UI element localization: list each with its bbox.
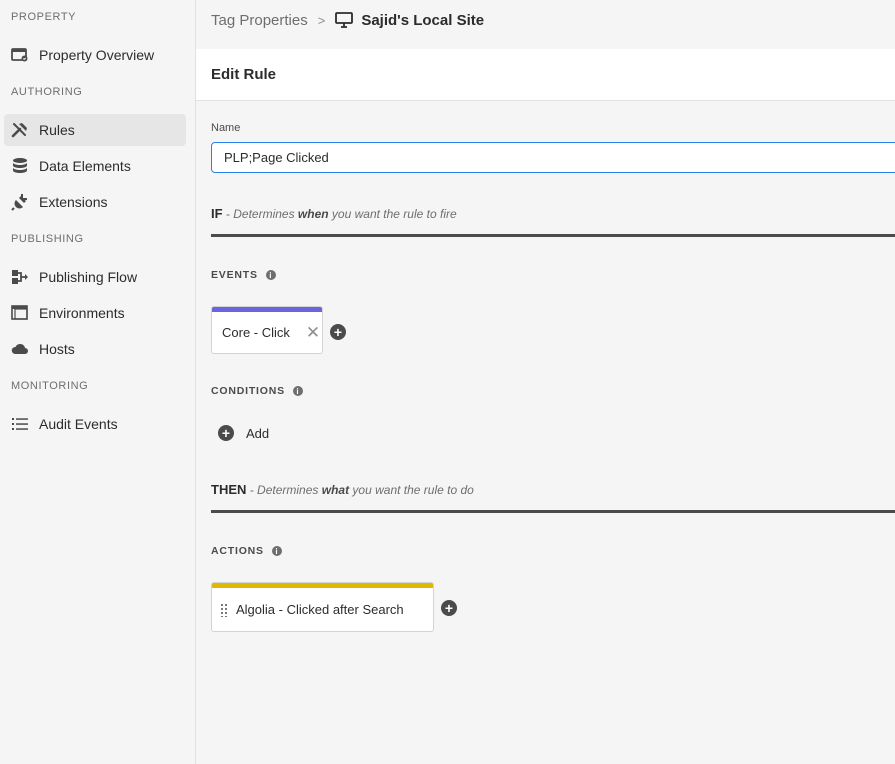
- rule-name-input[interactable]: [211, 142, 895, 173]
- sidebar-item-publishing-flow[interactable]: Publishing Flow: [4, 261, 186, 293]
- sidebar-item-label: Data Elements: [39, 158, 131, 174]
- info-icon[interactable]: i: [265, 270, 276, 280]
- info-icon[interactable]: i: [271, 546, 282, 556]
- environments-icon: [11, 304, 29, 322]
- conditions-label-text: CONDITIONS: [211, 385, 285, 397]
- page-title: Edit Rule: [211, 66, 277, 83]
- list-icon: [11, 415, 29, 433]
- add-event-button[interactable]: +: [330, 324, 346, 340]
- rules-icon: [11, 121, 29, 139]
- if-divider: [211, 234, 895, 237]
- sidebar-item-label: Hosts: [39, 341, 75, 357]
- sidebar-item-audit-events[interactable]: Audit Events: [4, 408, 186, 440]
- sidebar-item-hosts[interactable]: Hosts: [4, 333, 186, 365]
- cloud-icon: [11, 340, 29, 358]
- sidebar-item-label: Extensions: [39, 194, 108, 210]
- sidebar-item-property-overview[interactable]: Property Overview: [4, 39, 186, 71]
- events-label-text: EVENTS: [211, 269, 258, 281]
- event-card-label: Core - Click: [222, 325, 290, 340]
- actions-label: ACTIONS i: [211, 545, 282, 557]
- sidebar-item-rules[interactable]: Rules: [4, 114, 186, 146]
- drag-handle-icon[interactable]: [220, 602, 228, 617]
- sidebar-item-label: Property Overview: [39, 47, 155, 63]
- then-desc-pre: - Determines: [246, 483, 322, 497]
- sidebar-item-extensions[interactable]: Extensions: [4, 186, 186, 218]
- action-card-accent: [212, 583, 433, 588]
- sidebar-item-environments[interactable]: Environments: [4, 297, 186, 329]
- breadcrumb-tag-properties[interactable]: Tag Properties: [211, 12, 308, 29]
- sidebar-item-label: Environments: [39, 305, 125, 321]
- plug-icon: [11, 193, 29, 211]
- monitor-icon: [335, 12, 354, 28]
- then-keyword: THEN: [211, 482, 247, 497]
- then-divider: [211, 510, 895, 513]
- then-desc-bold: what: [321, 483, 350, 497]
- sidebar-item-label: Rules: [39, 122, 75, 138]
- publishing-flow-icon: [11, 268, 29, 286]
- sidebar-item-data-elements[interactable]: Data Elements: [4, 150, 186, 182]
- section-label-authoring: AUTHORING: [11, 86, 83, 98]
- info-icon[interactable]: i: [292, 386, 303, 396]
- sidebar-item-label: Audit Events: [39, 416, 118, 432]
- sidebar: PROPERTY Property Overview AUTHORING Rul…: [0, 0, 196, 764]
- breadcrumb-site-name: Sajid's Local Site: [361, 11, 485, 29]
- action-card-label: Algolia - Clicked after Search: [236, 602, 404, 617]
- rule-editor: Name IF - Determines when you want the r…: [196, 101, 895, 764]
- if-desc-post: you want the rule to fire: [328, 207, 457, 221]
- conditions-label: CONDITIONS i: [211, 385, 303, 397]
- events-label: EVENTS i: [211, 269, 276, 281]
- add-action-button[interactable]: +: [441, 600, 457, 616]
- then-section-heading: THEN - Determines what you want the rule…: [211, 482, 474, 497]
- section-label-monitoring: MONITORING: [11, 380, 89, 392]
- if-section-heading: IF - Determines when you want the rule t…: [211, 206, 457, 221]
- breadcrumb-separator: >: [317, 12, 326, 28]
- then-desc-post: you want the rule to do: [349, 483, 474, 497]
- add-condition-label: Add: [246, 425, 270, 441]
- if-keyword: IF: [211, 206, 223, 221]
- page-title-bar: Edit Rule: [196, 49, 895, 101]
- event-card-accent: [212, 307, 322, 312]
- property-overview-icon: [11, 46, 29, 64]
- section-label-publishing: PUBLISHING: [11, 233, 84, 245]
- plus-icon: +: [218, 425, 234, 441]
- if-desc-pre: - Determines: [222, 207, 298, 221]
- section-label-property: PROPERTY: [11, 11, 77, 23]
- actions-label-text: ACTIONS: [211, 545, 264, 557]
- breadcrumb: Tag Properties > Sajid's Local Site: [196, 0, 895, 40]
- close-icon[interactable]: ✕: [306, 324, 320, 341]
- name-field-label: Name: [211, 122, 241, 134]
- event-card-core-click[interactable]: Core - Click ✕: [211, 306, 323, 354]
- if-desc-bold: when: [297, 207, 329, 221]
- action-card-algolia[interactable]: Algolia - Clicked after Search: [211, 582, 434, 632]
- add-condition-button[interactable]: + Add: [218, 425, 269, 441]
- database-icon: [11, 157, 29, 175]
- sidebar-item-label: Publishing Flow: [39, 269, 138, 285]
